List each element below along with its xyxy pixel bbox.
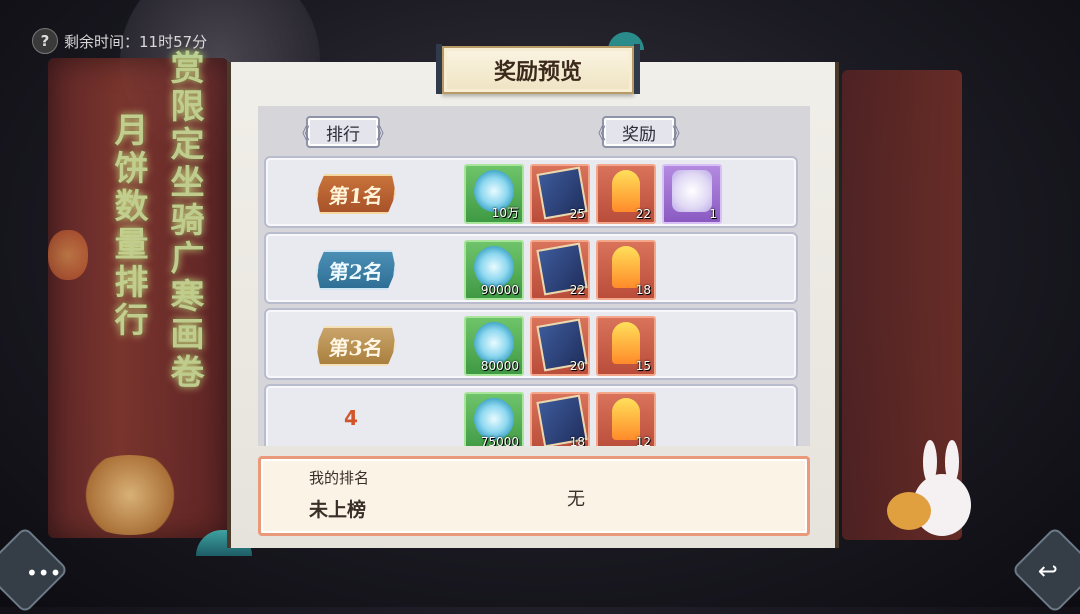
item-count: 1 (709, 207, 717, 221)
rank-badge-3: 第3名 (314, 326, 398, 366)
reward-item-book[interactable]: 20 (530, 316, 590, 376)
reward-item-book[interactable]: 22 (530, 240, 590, 300)
my-rank-value: 未上榜 (309, 499, 367, 521)
rank-row: 第3名 80000 20 15 (264, 308, 798, 380)
chevron-left-icon: 《 (590, 124, 607, 143)
jade-pendant-icon (474, 398, 514, 440)
help-icon[interactable]: ? (32, 28, 58, 54)
lantern-decoration (48, 230, 88, 280)
chevron-left-icon: 《 (294, 124, 311, 143)
item-count: 15 (635, 359, 651, 373)
cloud-decoration (70, 455, 190, 535)
event-timer: ? 剩余时间：11时57分 (32, 28, 207, 54)
column-header-rank: 《 排行 》 (294, 116, 392, 148)
reward-item-book[interactable]: 25 (530, 164, 590, 224)
rank-row: 4 75000 18 12 (264, 384, 798, 446)
item-count: 22 (635, 207, 651, 221)
reward-item-talisman[interactable]: 22 (596, 164, 656, 224)
reward-item-rabbit-mount[interactable]: 1 (662, 164, 722, 224)
item-count: 90000 (480, 283, 519, 297)
back-icon[interactable]: ↩ (1038, 557, 1058, 585)
item-count: 18 (569, 435, 585, 446)
item-count: 75000 (480, 435, 519, 446)
my-rank-panel: 我的排名 未上榜 无 (258, 456, 810, 536)
reward-item-jade[interactable]: 10万 (464, 164, 524, 224)
reward-item-jade[interactable]: 80000 (464, 316, 524, 376)
rank-badge-2: 第2名 (314, 250, 398, 290)
jade-pendant-icon (474, 322, 514, 364)
scroll-text-ranking: 月饼数量排行 (108, 112, 148, 340)
rabbit-decoration (887, 440, 975, 540)
item-count: 80000 (480, 359, 519, 373)
item-count: 12 (635, 435, 651, 446)
my-rank-reward: 无 (567, 489, 585, 510)
reward-item-talisman[interactable]: 18 (596, 240, 656, 300)
rank-row: 第2名 90000 22 18 (264, 232, 798, 304)
item-count: 10万 (491, 206, 519, 220)
rank-badge-1: 第1名 (314, 174, 398, 214)
scroll-text-mount: 赏限定坐骑广寒画卷 (164, 50, 204, 392)
panel-title: 奖励预览 (436, 44, 640, 94)
item-count: 22 (569, 283, 585, 297)
talisman-scroll-icon (612, 246, 640, 288)
item-count: 25 (569, 207, 585, 221)
reward-item-book[interactable]: 18 (530, 392, 590, 446)
reward-item-jade[interactable]: 90000 (464, 240, 524, 300)
chat-icon[interactable]: ••• (26, 561, 61, 585)
column-header-rank-label: 排行 (326, 124, 360, 145)
item-count: 18 (635, 283, 651, 297)
reward-item-talisman[interactable]: 15 (596, 316, 656, 376)
chevron-right-icon: 》 (375, 124, 392, 143)
item-count: 20 (569, 359, 585, 373)
chevron-right-icon: 》 (671, 124, 688, 143)
talisman-scroll-icon (612, 398, 640, 440)
jade-pendant-icon (474, 246, 514, 288)
rank-number-4: 4 (344, 406, 358, 430)
reward-item-talisman[interactable]: 12 (596, 392, 656, 446)
timer-text: 剩余时间：11时57分 (64, 32, 208, 51)
rabbit-mount-icon (672, 170, 712, 212)
my-rank-label: 我的排名 (309, 469, 370, 487)
reward-item-jade[interactable]: 75000 (464, 392, 524, 446)
column-header-reward: 《 奖励 》 (590, 116, 688, 148)
rank-row-clip: 4 75000 18 12 (258, 384, 810, 446)
rank-row: 第1名 10万 25 22 1 (264, 156, 798, 228)
column-header-reward-label: 奖励 (622, 124, 656, 145)
talisman-scroll-icon (612, 322, 640, 364)
talisman-scroll-icon (612, 170, 640, 212)
